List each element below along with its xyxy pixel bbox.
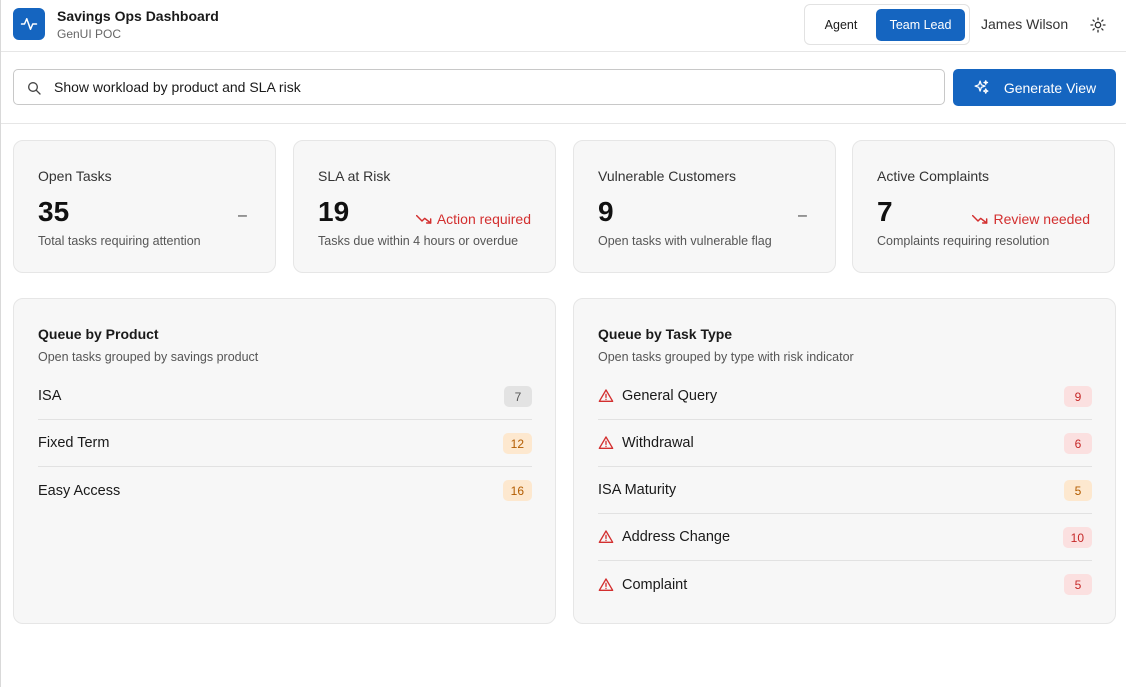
count-badge: 7 bbox=[504, 386, 532, 407]
stat-trend-alert: Action required bbox=[415, 211, 531, 227]
stat-card-vulnerable-customers: Vulnerable Customers 9 – Open tasks with… bbox=[573, 140, 836, 273]
list-item[interactable]: ISA 7 bbox=[38, 373, 532, 420]
list-item[interactable]: Complaint 5 bbox=[598, 561, 1092, 608]
trending-down-icon bbox=[972, 213, 988, 225]
list-item[interactable]: Address Change 10 bbox=[598, 514, 1092, 561]
count-badge: 10 bbox=[1062, 527, 1092, 548]
list-item[interactable]: Withdrawal 6 bbox=[598, 420, 1092, 467]
stat-card-sla-at-risk: SLA at Risk 19 Action required Tasks due… bbox=[293, 140, 556, 273]
count-badge: 16 bbox=[502, 480, 532, 501]
stat-description: Complaints requiring resolution bbox=[877, 234, 1050, 248]
app-title: Savings Ops Dashboard bbox=[57, 8, 219, 24]
stat-description: Open tasks with vulnerable flag bbox=[598, 234, 772, 248]
card-subtitle: Open tasks grouped by type with risk ind… bbox=[598, 350, 854, 364]
warning-triangle-icon bbox=[598, 435, 614, 451]
count-badge: 12 bbox=[502, 433, 532, 454]
task-type-label: General Query bbox=[622, 388, 718, 404]
list-item[interactable]: General Query 9 bbox=[598, 373, 1092, 420]
role-agent-button[interactable]: Agent bbox=[809, 9, 873, 41]
list-item[interactable]: Fixed Term 12 bbox=[38, 420, 532, 467]
generate-view-button[interactable]: Generate View bbox=[953, 69, 1116, 106]
search-box bbox=[13, 69, 945, 105]
product-queue-list: ISA 7 Fixed Term 12 Easy Access 16 bbox=[38, 373, 532, 514]
stat-value: 35 bbox=[38, 196, 70, 227]
stat-trend-label: Action required bbox=[436, 211, 531, 227]
activity-pulse-icon bbox=[13, 8, 45, 40]
stat-label: Vulnerable Customers bbox=[598, 168, 736, 184]
stat-card-active-complaints: Active Complaints 7 Review needed Compla… bbox=[852, 140, 1115, 273]
stat-label: Open Tasks bbox=[38, 168, 112, 184]
search-input[interactable] bbox=[54, 70, 934, 104]
stat-card-open-tasks: Open Tasks 35 – Total tasks requiring at… bbox=[13, 140, 276, 273]
stat-trend-neutral: – bbox=[238, 207, 247, 224]
task-type-label: ISA Maturity bbox=[598, 482, 677, 498]
task-type-label: Complaint bbox=[622, 576, 688, 593]
stat-description: Total tasks requiring attention bbox=[38, 234, 201, 248]
queue-by-product-card: Queue by Product Open tasks grouped by s… bbox=[13, 298, 556, 624]
stat-trend-neutral: – bbox=[798, 207, 807, 224]
task-type-label: Address Change bbox=[622, 529, 731, 545]
count-badge: 5 bbox=[1064, 480, 1092, 501]
sparkle-icon bbox=[973, 79, 990, 96]
task-type-queue-list: General Query 9 Withdrawal 6 ISA Maturit… bbox=[598, 373, 1092, 608]
stat-description: Tasks due within 4 hours or overdue bbox=[318, 234, 519, 248]
list-item[interactable]: ISA Maturity 5 bbox=[598, 467, 1092, 514]
card-title: Queue by Task Type bbox=[598, 326, 733, 342]
stat-trend-label: Review needed bbox=[993, 211, 1090, 227]
count-badge: 5 bbox=[1064, 574, 1092, 595]
count-badge: 6 bbox=[1064, 433, 1092, 454]
product-label: ISA bbox=[38, 388, 62, 404]
stat-value: 7 bbox=[877, 196, 893, 227]
trending-down-icon bbox=[415, 213, 432, 225]
stat-value: 19 bbox=[318, 196, 350, 227]
stat-trend-alert: Review needed bbox=[972, 211, 1090, 227]
queue-by-task-type-card: Queue by Task Type Open tasks grouped by… bbox=[573, 298, 1116, 624]
card-subtitle: Open tasks grouped by savings product bbox=[38, 350, 259, 364]
generate-view-label: Generate View bbox=[1003, 79, 1097, 96]
sun-icon[interactable] bbox=[1087, 14, 1109, 36]
role-toggle: Agent Team Lead bbox=[804, 4, 970, 45]
list-item[interactable]: Easy Access 16 bbox=[38, 467, 532, 514]
product-label: Easy Access bbox=[38, 482, 121, 499]
card-title: Queue by Product bbox=[38, 326, 159, 342]
count-badge: 9 bbox=[1064, 386, 1092, 407]
task-type-label: Withdrawal bbox=[622, 435, 694, 451]
warning-triangle-icon bbox=[598, 388, 614, 404]
app-subtitle: GenUI POC bbox=[57, 27, 122, 41]
search-icon bbox=[26, 80, 42, 96]
product-label: Fixed Term bbox=[38, 435, 110, 451]
top-header: Savings Ops Dashboard GenUI POC Agent Te… bbox=[1, 0, 1126, 52]
warning-triangle-icon bbox=[598, 529, 614, 545]
section-divider bbox=[1, 123, 1126, 124]
stat-label: Active Complaints bbox=[877, 168, 990, 184]
role-team-lead-button[interactable]: Team Lead bbox=[876, 9, 965, 41]
stat-label: SLA at Risk bbox=[318, 168, 391, 184]
app-frame: Savings Ops Dashboard GenUI POC Agent Te… bbox=[0, 0, 1126, 687]
user-name[interactable]: James Wilson bbox=[981, 16, 1068, 32]
stat-value: 9 bbox=[598, 196, 614, 227]
warning-triangle-icon bbox=[598, 577, 614, 593]
